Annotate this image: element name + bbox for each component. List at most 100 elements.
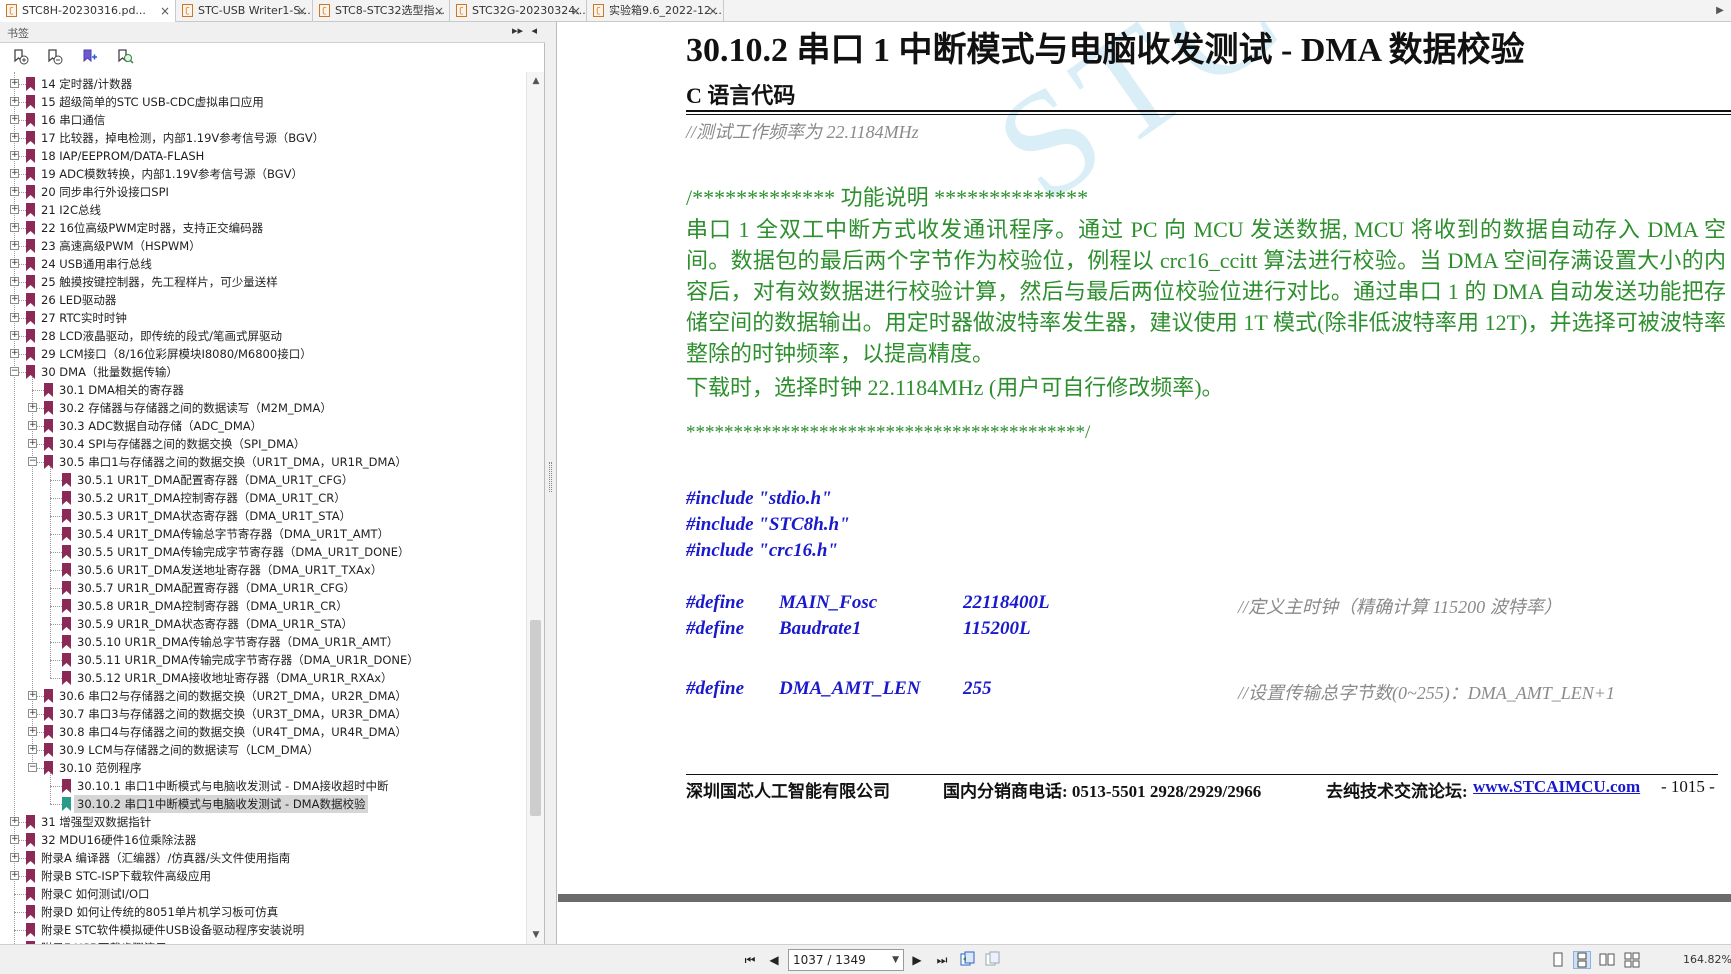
panel-collapse-button[interactable]: ◂ <box>531 24 537 37</box>
expand-toggle-icon[interactable]: + <box>10 241 19 250</box>
expand-toggle-icon[interactable]: + <box>10 97 19 106</box>
zoom-level[interactable]: 164.82% <box>1683 953 1731 966</box>
tab-document-3[interactable]: ʗ STC8-STC32选型指... × <box>313 0 450 22</box>
bookmark-item[interactable]: − 30 DMA（批量数据传输） <box>0 363 520 381</box>
bookmark-item[interactable]: 30.1 DMA相关的寄存器 <box>0 381 520 399</box>
previous-page-icon[interactable]: ◀ <box>765 951 783 969</box>
bookmark-item[interactable]: +30.8 串口4与存储器之间的数据交换（UR4T_DMA，UR4R_DMA） <box>0 723 520 741</box>
bookmark-item[interactable]: +27 RTC实时时钟 <box>0 309 520 327</box>
close-icon[interactable]: × <box>708 0 718 22</box>
expand-toggle-icon[interactable]: + <box>28 439 37 448</box>
bookmark-item[interactable]: + 附录B STC-ISP下载软件高级应用 <box>0 867 520 885</box>
bookmark-item[interactable]: +16 串口通信 <box>0 111 520 129</box>
bookmark-item[interactable]: 30.5.6 UR1T_DMA发送地址寄存器（DMA_UR1T_TXAx） <box>0 561 520 579</box>
bookmark-item[interactable]: 30.5.9 UR1R_DMA状态寄存器（DMA_UR1R_STA） <box>0 615 520 633</box>
bookmark-item[interactable]: +22 16位高级PWM定时器，支持正交编码器 <box>0 219 520 237</box>
bookmark-item[interactable]: +14 定时器/计数器 <box>0 75 520 93</box>
scroll-down-icon[interactable]: ▼ <box>527 926 545 944</box>
continuous-facing-view-icon[interactable] <box>1623 951 1641 969</box>
bookmark-item[interactable]: +19 ADC模数转换，内部1.19V参考信号源（BGV） <box>0 165 520 183</box>
bookmark-item[interactable]: 30.5.1 UR1T_DMA配置寄存器（DMA_UR1T_CFG） <box>0 471 520 489</box>
previous-view-icon[interactable] <box>959 951 977 969</box>
bookmark-item[interactable]: 30.5.8 UR1R_DMA控制寄存器（DMA_UR1R_CR） <box>0 597 520 615</box>
bookmark-item[interactable]: + 附录A 编译器（汇编器）/仿真器/头文件使用指南 <box>0 849 520 867</box>
first-page-icon[interactable]: ⏮ <box>741 951 759 969</box>
bookmark-item[interactable]: +30.2 存储器与存储器之间的数据读写（M2M_DMA） <box>0 399 520 417</box>
close-icon[interactable]: × <box>434 0 444 22</box>
bookmark-item[interactable]: +30.7 串口3与存储器之间的数据交换（UR3T_DMA，UR3R_DMA） <box>0 705 520 723</box>
last-page-icon[interactable]: ⏭ <box>933 951 951 969</box>
bookmark-item[interactable]: 附录D 如何让传统的8051单片机学习板可仿真 <box>0 903 520 921</box>
expand-toggle-icon[interactable]: + <box>10 115 19 124</box>
tab-document-1[interactable]: ʗ STC8H-20230316.pd... × <box>0 0 176 22</box>
next-page-icon[interactable]: ▶ <box>908 951 926 969</box>
bookmark-item[interactable]: 30.5.5 UR1T_DMA传输完成字节寄存器（DMA_UR1T_DONE） <box>0 543 520 561</box>
bookmark-item[interactable]: 30.10.2 串口1中断模式与电脑收发测试 - DMA数据校验 <box>0 795 520 813</box>
bookmark-item[interactable]: +25 触摸按键控制器，先工程样片，可少量送样 <box>0 273 520 291</box>
scrollbar-thumb[interactable] <box>530 620 541 816</box>
tab-document-2[interactable]: ʗ STC-USB Writer1-S... × <box>176 0 313 22</box>
page-number-field[interactable]: 1037 / 1349 ▼ <box>788 949 904 971</box>
expand-toggle-icon[interactable]: + <box>10 133 19 142</box>
collapse-bookmark-icon[interactable] <box>46 48 64 66</box>
expand-toggle-icon[interactable]: + <box>10 853 19 862</box>
expand-toggle-icon[interactable]: + <box>28 403 37 412</box>
bookmark-item[interactable]: 30.5.7 UR1R_DMA配置寄存器（DMA_UR1R_CFG） <box>0 579 520 597</box>
expand-toggle-icon[interactable]: + <box>28 709 37 718</box>
bookmark-item[interactable]: 附录E STC软件模拟硬件USB设备驱动程序安装说明 <box>0 921 520 939</box>
bookmark-item[interactable]: 30.5.2 UR1T_DMA控制寄存器（DMA_UR1T_CR） <box>0 489 520 507</box>
bookmark-item[interactable]: +24 USB通用串行总线 <box>0 255 520 273</box>
bookmark-item[interactable]: +23 高速高级PWM（HSPWM） <box>0 237 520 255</box>
bookmark-item[interactable]: 30.5.12 UR1R_DMA接收地址寄存器（DMA_UR1R_RXAx） <box>0 669 520 687</box>
expand-bookmark-icon[interactable] <box>12 48 30 66</box>
footer-forum-link[interactable]: www.STCAIMCU.com <box>1473 777 1640 797</box>
bookmark-item[interactable]: 30.5.11 UR1R_DMA传输完成字节寄存器（DMA_UR1R_DONE） <box>0 651 520 669</box>
tab-document-5[interactable]: ʗ 实验箱9.6_2022-12-... × <box>587 0 724 22</box>
bookmark-item[interactable]: +15 超级简单的STC USB-CDC虚拟串口应用 <box>0 93 520 111</box>
panel-splitter[interactable] <box>545 22 557 944</box>
expand-toggle-icon[interactable]: + <box>28 745 37 754</box>
bookmark-item[interactable]: − 30.10 范例程序 <box>0 759 520 777</box>
expand-toggle-icon[interactable]: + <box>10 223 19 232</box>
bookmark-item[interactable]: +29 LCM接口（8/16位彩屏模块I8080/M6800接口） <box>0 345 520 363</box>
bookmark-item[interactable]: 30.5.4 UR1T_DMA传输总字节寄存器（DMA_UR1T_AMT） <box>0 525 520 543</box>
collapse-toggle-icon[interactable]: − <box>28 763 37 772</box>
expand-toggle-icon[interactable]: + <box>28 727 37 736</box>
scroll-up-icon[interactable]: ▲ <box>527 72 545 90</box>
continuous-view-icon[interactable] <box>1573 951 1591 969</box>
bookmark-item[interactable]: +28 LCD液晶驱动，即传统的段式/笔画式屏驱动 <box>0 327 520 345</box>
expand-toggle-icon[interactable]: + <box>10 79 19 88</box>
expand-toggle-icon[interactable]: + <box>10 259 19 268</box>
expand-toggle-icon[interactable]: + <box>10 205 19 214</box>
expand-toggle-icon[interactable]: + <box>10 817 19 826</box>
close-icon[interactable]: × <box>160 0 170 22</box>
bookmark-item[interactable]: +20 同步串行外设接口SPI <box>0 183 520 201</box>
expand-toggle-icon[interactable]: + <box>10 349 19 358</box>
close-icon[interactable]: × <box>571 0 581 22</box>
single-page-view-icon[interactable] <box>1549 951 1567 969</box>
bookmark-item[interactable]: +30.4 SPI与存储器之间的数据交换（SPI_DMA） <box>0 435 520 453</box>
next-view-icon[interactable] <box>984 951 1002 969</box>
bookmark-item[interactable]: 30.5.3 UR1T_DMA状态寄存器（DMA_UR1T_STA） <box>0 507 520 525</box>
bookmark-item[interactable]: − 30.5 串口1与存储器之间的数据交换（UR1T_DMA，UR1R_DMA） <box>0 453 520 471</box>
expand-toggle-icon[interactable]: + <box>10 313 19 322</box>
expand-toggle-icon[interactable]: + <box>10 331 19 340</box>
expand-toggle-icon[interactable]: + <box>10 169 19 178</box>
document-viewer[interactable]: STC 30.10.2 串口 1 中断模式与电脑收发测试 - DMA 数据校验 … <box>558 22 1731 944</box>
facing-view-icon[interactable] <box>1598 951 1616 969</box>
bookmark-item[interactable]: 附录C 如何测试I/O口 <box>0 885 520 903</box>
collapse-toggle-icon[interactable]: − <box>10 367 19 376</box>
bookmark-item[interactable]: +17 比较器，掉电检测，内部1.19V参考信号源（BGV） <box>0 129 520 147</box>
expand-toggle-icon[interactable]: + <box>28 421 37 430</box>
panel-expand-button[interactable]: ▸▸ <box>512 24 523 37</box>
splitter-grip[interactable] <box>549 462 552 492</box>
expand-toggle-icon[interactable]: + <box>10 187 19 196</box>
bookmark-item[interactable]: +21 I2C总线 <box>0 201 520 219</box>
bookmark-item[interactable]: 30.10.1 串口1中断模式与电脑收发测试 - DMA接收超时中断 <box>0 777 520 795</box>
expand-toggle-icon[interactable]: + <box>10 277 19 286</box>
bookmark-item[interactable]: +31 增强型双数据指针 <box>0 813 520 831</box>
expand-toggle-icon[interactable]: + <box>10 295 19 304</box>
bookmark-item[interactable]: +30.6 串口2与存储器之间的数据交换（UR2T_DMA，UR2R_DMA） <box>0 687 520 705</box>
bookmark-item[interactable]: +30.9 LCM与存储器之间的数据读写（LCM_DMA） <box>0 741 520 759</box>
add-bookmark-icon[interactable] <box>81 48 99 66</box>
